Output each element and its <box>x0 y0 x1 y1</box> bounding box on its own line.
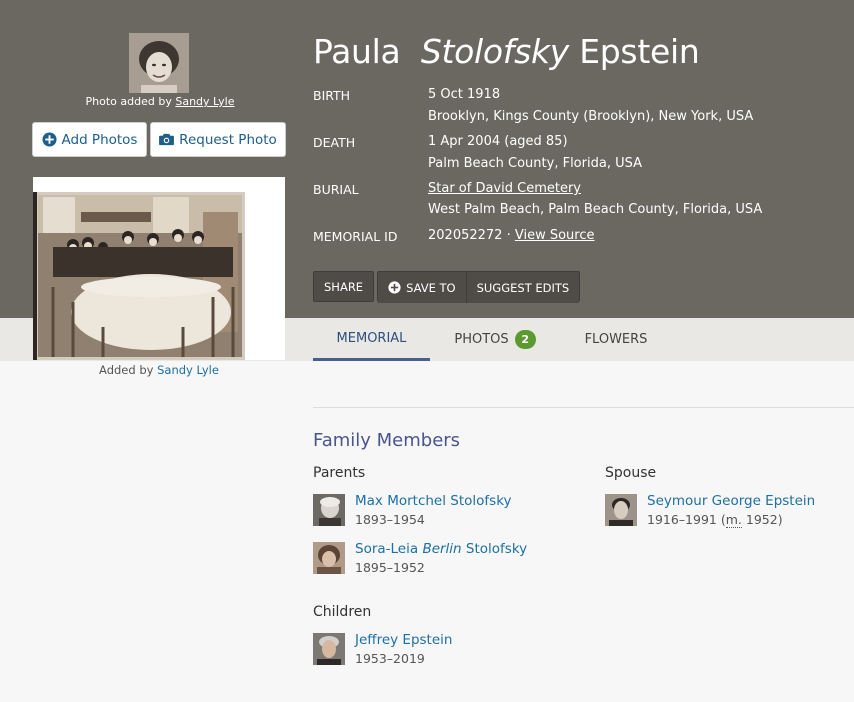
action-bar: SHARE SAVE TO SUGGEST EDITS <box>313 271 581 303</box>
birth-label: BIRTH <box>313 88 351 103</box>
save-suggest-group: SAVE TO SUGGEST EDITS <box>377 271 581 303</box>
tab-photos-label: PHOTOS <box>454 332 509 347</box>
photo-added-by: Photo added by Sandy Lyle <box>60 95 260 108</box>
burial-cemetery-row: Star of David Cemetery <box>428 181 581 196</box>
birth-place: Brooklyn, Kings County (Brooklyn), New Y… <box>428 109 754 124</box>
burial-label: BURIAL <box>313 182 359 197</box>
birth-date: 5 Oct 1918 <box>428 87 501 102</box>
tab-photos[interactable]: PHOTOS 2 <box>440 318 550 361</box>
member-last-name: Stolofsky <box>465 541 528 557</box>
add-photos-label: Add Photos <box>61 131 138 148</box>
maiden-name: Stolofsky <box>420 32 570 71</box>
member-name[interactable]: Sora-Leia Berlin Stolofsky <box>355 541 527 557</box>
tab-memorial-label: MEMORIAL <box>336 330 407 346</box>
view-source-link[interactable]: View Source <box>515 228 595 243</box>
photo-added-by-link[interactable]: Sandy Lyle <box>175 95 234 108</box>
member-photo <box>313 494 345 526</box>
burial-cemetery-link[interactable]: Star of David Cemetery <box>428 181 581 196</box>
member-photo <box>313 542 345 574</box>
member-dates: 1953–2019 <box>355 651 425 666</box>
member-dates: 1895–1952 <box>355 560 425 575</box>
spouse-dates: 1916–1991 <box>647 512 717 527</box>
first-name: Paula <box>313 32 401 71</box>
member-photo <box>605 494 637 526</box>
tab-flowers[interactable]: FLOWERS <box>570 318 662 361</box>
parents-label: Parents <box>313 465 366 481</box>
main-photo-added-by: Added by Sandy Lyle <box>33 363 285 377</box>
add-photos-button[interactable]: Add Photos <box>32 122 147 157</box>
suggest-edits-button[interactable]: SUGGEST EDITS <box>465 272 580 303</box>
member-name[interactable]: Jeffrey Epstein <box>355 632 452 648</box>
member-dates: 1893–1954 <box>355 512 425 527</box>
save-to-button[interactable]: SAVE TO <box>378 272 466 303</box>
plus-circle-icon <box>388 281 401 294</box>
family-members-title: Family Members <box>313 430 461 451</box>
memorial-name: Paula Stolofsky Epstein <box>313 32 700 71</box>
member-name[interactable]: Seymour George Epstein <box>647 493 815 509</box>
added-by-prefix: Added by <box>99 363 154 377</box>
request-photo-button[interactable]: Request Photo <box>150 122 286 157</box>
memorial-main-photo[interactable] <box>33 177 285 360</box>
married-year: 1952 <box>745 512 778 527</box>
children-label: Children <box>313 604 372 620</box>
member-name[interactable]: Max Mortchel Stolofsky <box>355 493 512 509</box>
share-label: SHARE <box>324 279 364 294</box>
married-abbr: m. <box>725 512 742 528</box>
plus-circle-icon <box>41 132 57 147</box>
photos-count-badge: 2 <box>514 330 536 349</box>
tab-flowers-label: FLOWERS <box>584 332 648 347</box>
member-photo <box>313 633 345 665</box>
death-date: 1 Apr 2004 (aged 85) <box>428 134 568 149</box>
death-label: DEATH <box>313 135 356 150</box>
suggest-edits-label: SUGGEST EDITS <box>476 280 570 295</box>
family-member[interactable]: Jeffrey Epstein 1953–2019 <box>313 632 452 666</box>
section-divider <box>313 407 854 408</box>
memorial-id-row: 202052272 · View Source <box>428 228 595 243</box>
member-maiden-name: Berlin <box>422 541 462 557</box>
burial-place: West Palm Beach, Palm Beach County, Flor… <box>428 202 763 217</box>
member-dates: 1916–1991 (m. 1952) <box>647 512 783 528</box>
share-button[interactable]: SHARE <box>313 271 375 302</box>
family-member[interactable]: Seymour George Epstein 1916–1991 (m. 195… <box>605 493 815 528</box>
member-first-name: Sora-Leia <box>355 541 419 557</box>
family-member[interactable]: Sora-Leia Berlin Stolofsky 1895–1952 <box>313 541 527 575</box>
profile-photo[interactable] <box>129 33 189 93</box>
tab-memorial[interactable]: MEMORIAL <box>313 318 430 361</box>
photo-added-prefix: Photo added by <box>85 95 172 108</box>
death-place: Palm Beach County, Florida, USA <box>428 156 642 171</box>
memorial-id-label: MEMORIAL ID <box>313 229 398 244</box>
last-name: Epstein <box>579 32 700 71</box>
save-to-label: SAVE TO <box>406 280 456 295</box>
spouse-label: Spouse <box>605 465 657 481</box>
added-by-link[interactable]: Sandy Lyle <box>157 363 219 377</box>
request-photo-label: Request Photo <box>179 131 277 148</box>
camera-icon <box>159 133 175 146</box>
family-member[interactable]: Max Mortchel Stolofsky 1893–1954 <box>313 493 512 527</box>
memorial-id: 202052272 <box>428 228 503 243</box>
